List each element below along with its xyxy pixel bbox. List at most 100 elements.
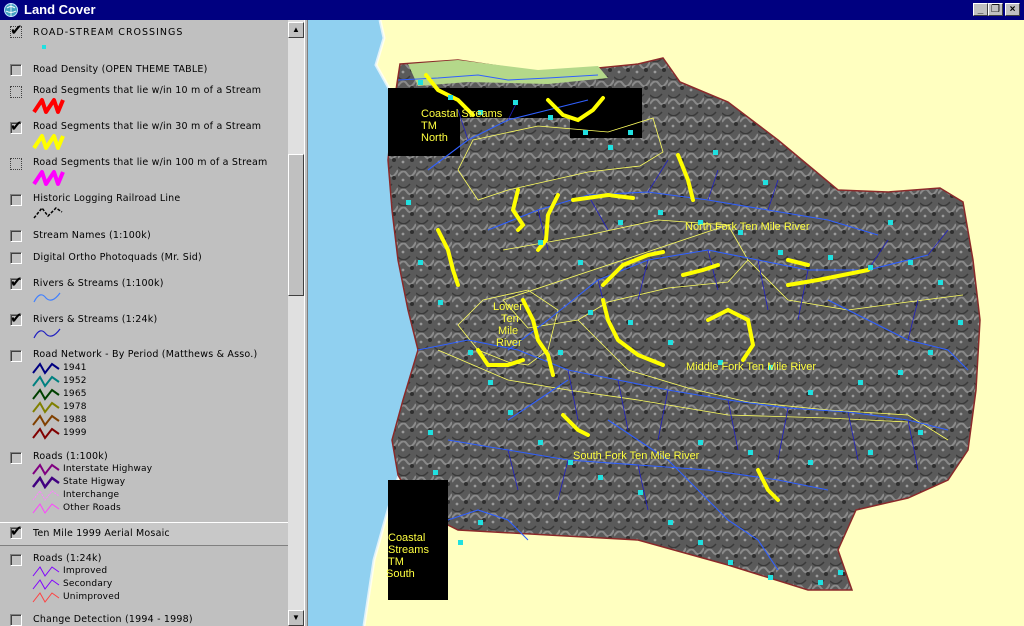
layer-label: Road Segments that lie w/in 10 m of a St… <box>33 85 262 96</box>
label-middle-fork: Middle Fork Ten Mile River <box>686 361 816 373</box>
label-lower-ten-mile-3: Mile <box>498 325 518 337</box>
layer-rivers-100k[interactable]: ✔ Rivers & Streams (1:100k) <box>0 274 288 308</box>
checkmark-icon: ✔ <box>10 21 23 39</box>
title-bar[interactable]: Land Cover _ ❐ × <box>0 0 1024 20</box>
minimize-button[interactable]: _ <box>973 3 988 16</box>
legend-label: 1978 <box>63 402 87 412</box>
label-coastal-streams-north-north: North <box>421 132 448 144</box>
layer-rivers-24k[interactable]: ✔ Rivers & Streams (1:24k) <box>0 310 288 344</box>
layer-road-segments-30m[interactable]: ✔ Road Segments that lie w/in 30 m of a … <box>0 118 288 152</box>
layer-label: Roads (1:100k) <box>33 451 108 462</box>
layer-road-segments-10m[interactable]: Road Segments that lie w/in 10 m of a St… <box>0 82 288 116</box>
layer-label: Roads (1:24k) <box>33 553 102 564</box>
layer-visibility-checkbox[interactable] <box>10 158 22 170</box>
legend-item: Interchange <box>0 489 288 502</box>
arrow-down-icon: ▼ <box>292 613 300 622</box>
minimize-icon: _ <box>977 4 984 15</box>
layer-visibility-checkbox[interactable] <box>10 64 22 76</box>
layer-visibility-checkbox[interactable] <box>10 194 22 206</box>
legend-label: Interchange <box>63 490 120 500</box>
legend-label: 1941 <box>63 363 87 373</box>
legend-item: Other Roads <box>0 502 288 515</box>
app-window: Land Cover _ ❐ × ✔ ROAD-STREAM CROSSINGS… <box>0 0 1024 626</box>
label-coastal-streams-south-2: Streams <box>388 544 429 556</box>
label-coastal-streams-north-tm: TM <box>421 120 437 132</box>
map-view[interactable]: Coastal Streams TM North North Fork Ten … <box>308 20 1024 626</box>
magenta-line-symbol-icon <box>32 170 65 186</box>
unimproved-road-symbol-icon <box>32 592 60 603</box>
layer-road-density[interactable]: Road Density (OPEN THEME TABLE) <box>0 60 288 78</box>
layer-label: Change Detection (1994 - 1998) <box>33 614 193 625</box>
layer-visibility-checkbox[interactable] <box>10 614 22 626</box>
legend-item: 1978 <box>0 401 288 414</box>
close-button[interactable]: × <box>1005 3 1020 16</box>
legend-label: Improved <box>63 566 108 576</box>
layer-road-stream-crossings[interactable]: ✔ ROAD-STREAM CROSSINGS <box>0 20 288 56</box>
layer-stream-names[interactable]: Stream Names (1:100k) <box>0 226 288 244</box>
layer-visibility-checkbox[interactable]: ✔ <box>10 310 23 326</box>
layer-visibility-checkbox[interactable]: ✔ <box>10 523 23 539</box>
restore-icon: ❐ <box>991 4 1000 15</box>
label-lower-ten-mile-4: River <box>496 337 522 349</box>
legend-label: Secondary <box>63 579 113 589</box>
layer-road-network-by-period[interactable]: Road Network - By Period (Matthews & Ass… <box>0 346 288 446</box>
layer-historic-railroad[interactable]: Historic Logging Railroad Line <box>0 190 288 222</box>
scroll-thumb[interactable] <box>288 154 304 296</box>
layer-visibility-checkbox[interactable] <box>10 86 22 98</box>
arcview-globe-icon <box>4 3 18 17</box>
layer-roads-24k[interactable]: Roads (1:24k) Improved Secondary Unimpro… <box>0 550 288 606</box>
layer-label: Digital Ortho Photoquads (Mr. Sid) <box>33 252 202 263</box>
layer-visibility-checkbox[interactable]: ✔ <box>10 274 23 290</box>
close-icon: × <box>1009 4 1016 15</box>
layer-label: Road Segments that lie w/in 100 m of a S… <box>33 157 268 168</box>
map-canvas[interactable]: Coastal Streams TM North North Fork Ten … <box>308 20 1024 626</box>
layer-roads-100k[interactable]: Roads (1:100k) Interstate Highway State … <box>0 448 288 520</box>
label-coastal-streams-south-4: South <box>386 568 415 580</box>
arrow-up-icon: ▲ <box>292 25 300 34</box>
secondary-road-symbol-icon <box>32 579 60 590</box>
layer-label: Road Network - By Period (Matthews & Ass… <box>33 349 258 360</box>
layer-ortho-photoquads[interactable]: Digital Ortho Photoquads (Mr. Sid) <box>0 248 288 266</box>
layer-visibility-checkbox[interactable] <box>10 350 22 362</box>
checkmark-icon: ✔ <box>10 522 23 540</box>
checkmark-icon: ✔ <box>10 309 23 327</box>
layer-label: Stream Names (1:100k) <box>33 230 151 241</box>
scroll-down-button[interactable]: ▼ <box>288 610 304 626</box>
label-south-fork: South Fork Ten Mile River <box>573 450 700 462</box>
legend-label: 1988 <box>63 415 87 425</box>
label-coastal-streams-north: Coastal Streams <box>421 108 503 120</box>
legend-label: 1952 <box>63 376 87 386</box>
layer-visibility-checkbox[interactable]: ✔ <box>10 118 23 134</box>
layer-road-segments-100m[interactable]: Road Segments that lie w/in 100 m of a S… <box>0 154 288 188</box>
legend-item: 1999 <box>0 427 288 440</box>
crossing-point-symbol-icon <box>42 45 46 49</box>
layer-change-detection[interactable]: Change Detection (1994 - 1998) <box>0 610 288 626</box>
road-1952-symbol-icon <box>32 375 60 388</box>
checkmark-icon: ✔ <box>10 273 23 291</box>
legend-item: Secondary <box>0 578 288 591</box>
layer-visibility-checkbox[interactable] <box>10 252 22 264</box>
label-north-fork: North Fork Ten Mile River <box>685 221 810 233</box>
road-1941-symbol-icon <box>32 362 60 375</box>
restore-button[interactable]: ❐ <box>988 3 1003 16</box>
road-1999-symbol-icon <box>32 427 60 440</box>
toc-scrollbar[interactable]: ▲ ▼ <box>288 20 304 626</box>
layer-visibility-checkbox[interactable] <box>10 230 22 242</box>
light-blue-stream-symbol-icon <box>33 292 61 303</box>
label-coastal-streams-south-3: TM <box>388 556 404 568</box>
legend-item: Interstate Highway <box>0 463 288 476</box>
table-of-contents: ✔ ROAD-STREAM CROSSINGS Road Density (OP… <box>0 20 288 626</box>
scroll-up-button[interactable]: ▲ <box>288 22 304 38</box>
layer-visibility-checkbox[interactable]: ✔ <box>10 22 23 38</box>
improved-road-symbol-icon <box>32 566 60 577</box>
interstate-symbol-icon <box>32 463 60 476</box>
railroad-line-symbol-icon <box>33 206 63 219</box>
label-lower-ten-mile-2: Ten <box>501 313 519 325</box>
layer-aerial-mosaic[interactable]: ✔ Ten Mile 1999 Aerial Mosaic <box>0 522 288 546</box>
road-1965-symbol-icon <box>32 388 60 401</box>
legend-item: 1965 <box>0 388 288 401</box>
label-lower-ten-mile-1: Lower <box>493 301 523 313</box>
legend-label: 1965 <box>63 389 87 399</box>
layer-label: ROAD-STREAM CROSSINGS <box>33 27 184 38</box>
legend-item: State Higway <box>0 476 288 489</box>
